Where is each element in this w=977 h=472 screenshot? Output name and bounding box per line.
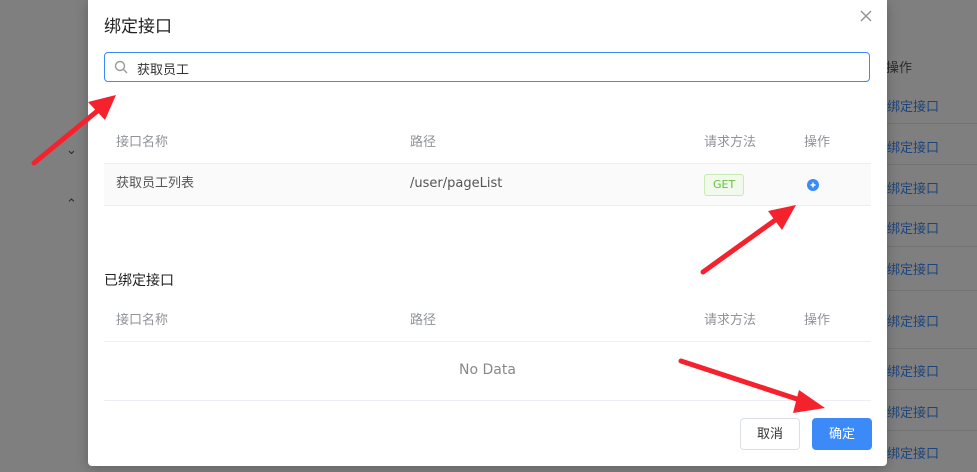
bind-interface-dialog: 绑定接口 接口名称 路径 请求方法 操作 获取员工列表 /user/pageLi… xyxy=(88,0,887,466)
confirm-button[interactable]: 确定 xyxy=(812,418,872,450)
close-icon xyxy=(860,10,872,22)
column-header-name: 接口名称 xyxy=(116,313,169,328)
empty-text: No Data xyxy=(459,362,516,378)
close-button[interactable] xyxy=(858,8,874,24)
cancel-button[interactable]: 取消 xyxy=(740,418,800,450)
table-header: 接口名称 路径 请求方法 操作 xyxy=(104,301,871,342)
empty-state: No Data xyxy=(104,342,871,401)
search-input[interactable] xyxy=(135,55,859,81)
table-row: 获取员工列表 /user/pageList GET xyxy=(104,164,871,206)
method-badge: GET xyxy=(704,174,745,196)
column-header-name: 接口名称 xyxy=(116,135,169,150)
column-header-method: 请求方法 xyxy=(704,313,757,328)
table-header: 接口名称 路径 请求方法 操作 xyxy=(104,123,871,164)
interface-path: /user/pageList xyxy=(410,176,503,191)
column-header-action: 操作 xyxy=(804,313,831,328)
interface-name: 获取员工列表 xyxy=(116,176,195,191)
search-icon xyxy=(114,60,128,74)
bound-section-title: 已绑定接口 xyxy=(104,273,174,289)
plus-icon xyxy=(810,182,816,188)
column-header-action: 操作 xyxy=(804,135,831,150)
bound-interfaces-table: 接口名称 路径 请求方法 操作 No Data xyxy=(104,301,871,401)
dialog-title: 绑定接口 xyxy=(104,17,172,37)
add-interface-button[interactable] xyxy=(807,179,819,191)
search-results-table: 接口名称 路径 请求方法 操作 获取员工列表 /user/pageList GE… xyxy=(104,123,871,206)
column-header-path: 路径 xyxy=(410,313,437,328)
column-header-method: 请求方法 xyxy=(704,135,757,150)
column-header-path: 路径 xyxy=(410,135,437,150)
search-box xyxy=(104,52,870,82)
